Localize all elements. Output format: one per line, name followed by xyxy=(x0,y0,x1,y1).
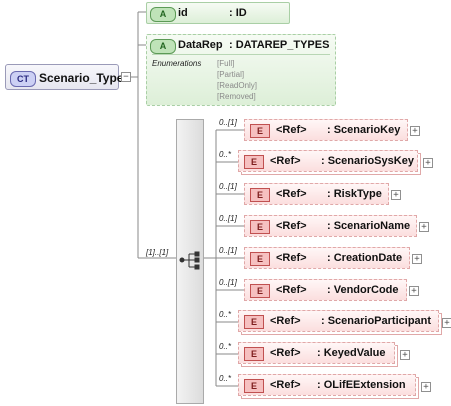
element-name: : ScenarioParticipant xyxy=(321,315,432,327)
complex-type-scenario-type[interactable]: CT Scenario_Type xyxy=(5,64,123,90)
element-risktype[interactable]: E <Ref> : RiskType xyxy=(244,183,389,205)
element-badge: E xyxy=(250,220,270,234)
element-name: : VendorCode xyxy=(327,284,399,296)
element-creationdate[interactable]: E <Ref> : CreationDate xyxy=(244,247,410,269)
element-name: : KeyedValue xyxy=(317,347,386,359)
element-olifeextension[interactable]: E <Ref> : OLifEExtension xyxy=(238,374,416,396)
element-cardinality: 0..* xyxy=(219,374,232,383)
expand-toggle-icon[interactable]: + xyxy=(423,158,433,168)
element-badge: E xyxy=(244,347,264,361)
element-badge: E xyxy=(250,124,270,138)
element-cardinality: 0..[1] xyxy=(219,278,237,287)
element-cardinality: 0..[1] xyxy=(219,214,237,223)
element-ref: <Ref> xyxy=(276,284,307,296)
element-name: : CreationDate xyxy=(327,252,403,264)
element-keyedvalue[interactable]: E <Ref> : KeyedValue xyxy=(238,342,395,364)
expand-toggle-icon[interactable]: + xyxy=(400,350,410,360)
element-badge: E xyxy=(244,379,264,393)
element-ref: <Ref> xyxy=(270,347,301,359)
expand-toggle-icon[interactable]: + xyxy=(409,286,419,296)
element-scenariokey[interactable]: E <Ref> : ScenarioKey xyxy=(244,119,408,141)
element-ref: <Ref> xyxy=(276,220,307,232)
element-name: : ScenarioName xyxy=(327,220,411,232)
element-name: : ScenarioSysKey xyxy=(321,155,414,167)
expand-toggle-icon[interactable]: + xyxy=(412,254,422,264)
element-scenariosyskey[interactable]: E <Ref> : ScenarioSysKey xyxy=(238,150,418,172)
element-cardinality: 0..[1] xyxy=(219,118,237,127)
attribute-type: : ID xyxy=(229,7,247,19)
enumerations-label: Enumerations xyxy=(152,59,202,68)
expand-toggle-icon[interactable]: + xyxy=(442,318,451,328)
enumeration-value: [Full] xyxy=(217,59,235,68)
element-name: : RiskType xyxy=(327,188,382,200)
element-scenarioparticipant[interactable]: E <Ref> : ScenarioParticipant xyxy=(238,310,439,332)
attribute-badge: A xyxy=(150,7,176,22)
element-vendorcode[interactable]: E <Ref> : VendorCode xyxy=(244,279,407,301)
sequence-cardinality: [1]..[1] xyxy=(146,248,169,257)
attribute-name: id xyxy=(178,7,188,19)
enumeration-value: [Partial] xyxy=(217,70,245,79)
element-ref: <Ref> xyxy=(276,252,307,264)
enumeration-value: [Removed] xyxy=(217,92,256,101)
collapse-toggle-icon[interactable]: − xyxy=(121,72,131,82)
element-badge: E xyxy=(244,315,264,329)
element-name: : ScenarioKey xyxy=(327,124,401,136)
complex-type-name: Scenario_Type xyxy=(39,71,124,85)
element-ref: <Ref> xyxy=(276,124,307,136)
expand-toggle-icon[interactable]: + xyxy=(410,126,420,136)
element-badge: E xyxy=(244,155,264,169)
element-ref: <Ref> xyxy=(270,315,301,327)
element-scenarioname[interactable]: E <Ref> : ScenarioName xyxy=(244,215,417,237)
attribute-id[interactable]: A id : ID xyxy=(146,2,290,24)
attribute-type: : DATAREP_TYPES xyxy=(229,39,330,51)
element-ref: <Ref> xyxy=(276,188,307,200)
attribute-badge: A xyxy=(150,39,176,54)
element-cardinality: 0..[1] xyxy=(219,182,237,191)
element-badge: E xyxy=(250,284,270,298)
element-cardinality: 0..[1] xyxy=(219,246,237,255)
complex-type-badge: CT xyxy=(10,71,36,87)
expand-toggle-icon[interactable]: + xyxy=(419,222,429,232)
element-name: : OLifEExtension xyxy=(317,379,406,391)
enumeration-value: [ReadOnly] xyxy=(217,81,258,90)
sequence-compositor[interactable] xyxy=(176,119,204,404)
element-badge: E xyxy=(250,188,270,202)
expand-toggle-icon[interactable]: + xyxy=(421,382,431,392)
enumeration-divider xyxy=(152,54,330,55)
expand-toggle-icon[interactable]: + xyxy=(391,190,401,200)
element-ref: <Ref> xyxy=(270,379,301,391)
attribute-name: DataRep xyxy=(178,39,223,51)
element-badge: E xyxy=(250,252,270,266)
sequence-icon xyxy=(179,251,200,270)
element-cardinality: 0..* xyxy=(219,310,232,319)
element-cardinality: 0..* xyxy=(219,150,232,159)
element-ref: <Ref> xyxy=(270,155,301,167)
attribute-datarep[interactable]: A DataRep : DATAREP_TYPES Enumerations [… xyxy=(146,34,336,106)
element-cardinality: 0..* xyxy=(219,342,232,351)
